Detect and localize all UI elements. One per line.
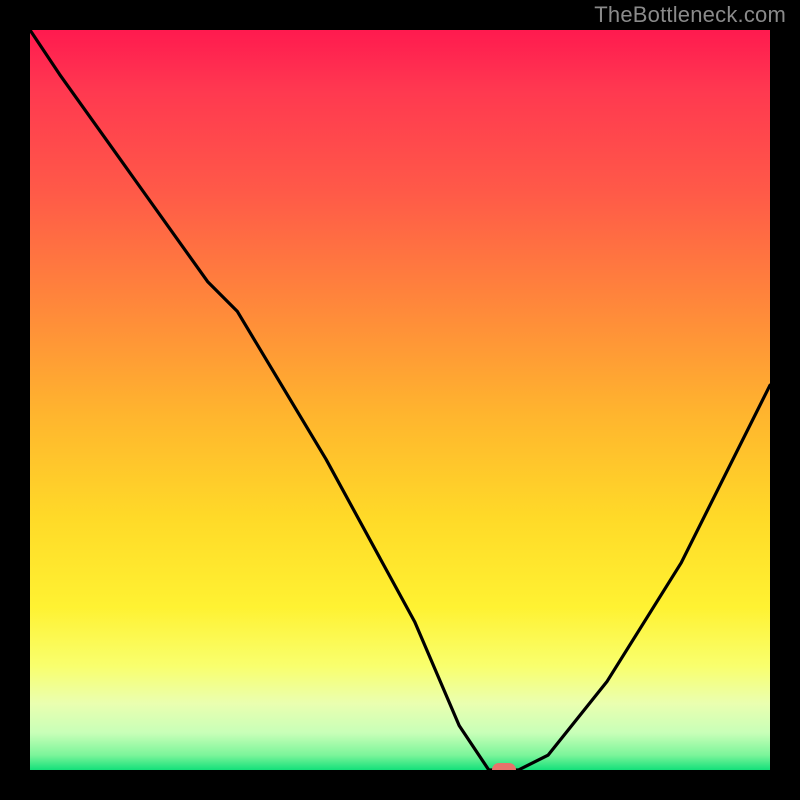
optimal-marker (492, 763, 516, 770)
chart-frame: TheBottleneck.com (0, 0, 800, 800)
plot-area (30, 30, 770, 770)
watermark-text: TheBottleneck.com (594, 2, 786, 28)
bottleneck-curve (30, 30, 770, 770)
